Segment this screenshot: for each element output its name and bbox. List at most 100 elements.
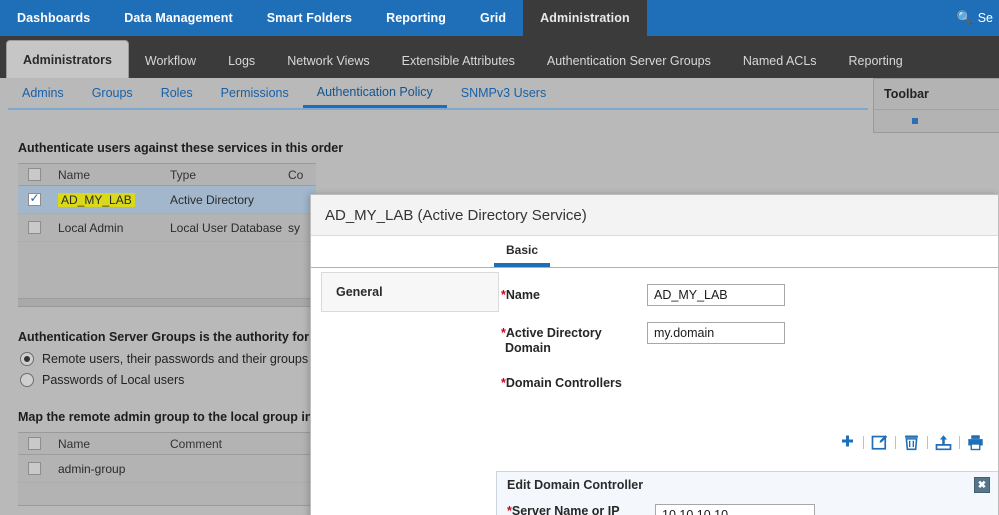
row-name-text: AD_MY_LAB [58,192,135,207]
subnav-item-reporting[interactable]: Reporting [833,44,919,78]
toolbar-panel-body [874,110,999,132]
label-ad-domain: *Active Directory Domain [501,322,647,356]
toolbar-action-icon[interactable] [912,118,918,124]
tab-roles[interactable]: Roles [147,78,207,108]
select-all-checkbox[interactable] [27,168,41,181]
secondary-navbar: Administrators Workflow Logs Network Vie… [0,36,999,78]
subnav-item-label: Logs [228,54,256,68]
search-icon: 🔍 [956,10,973,25]
column-header-comment[interactable]: Co [288,168,316,182]
table-row[interactable]: Local Admin Local User Database sy [18,214,316,242]
row-checkbox[interactable] [27,221,41,234]
edit-domain-controller-panel: Edit Domain Controller ✖ *Server Name or… [496,471,998,515]
tab-snmpv3-users[interactable]: SNMPv3 Users [447,78,560,108]
subnav-item-authentication-server-groups[interactable]: Authentication Server Groups [531,44,727,78]
page-body: Admins Groups Roles Permissions Authenti… [0,78,999,515]
subnav-item-administrators[interactable]: Administrators [6,40,129,78]
dialog-tab-label: Basic [506,243,539,257]
radio-local-passwords-label: Passwords of Local users [42,373,185,387]
tab-authentication-policy[interactable]: Authentication Policy [302,78,447,108]
navbar-item-data-management[interactable]: Data Management [107,0,249,36]
row-name: admin-group [58,461,126,476]
row-checkbox-cell[interactable] [18,221,50,234]
authority-section-title: Authentication Server Groups is the auth… [18,330,310,344]
print-icon[interactable] [967,434,984,451]
domain-controllers-toolbar [839,434,984,451]
dialog-tab-basic[interactable]: Basic [494,243,551,267]
services-table-empty-area [18,242,316,298]
subnav-item-label: Network Views [287,54,370,68]
radio-remote-users[interactable] [20,352,34,366]
edit-icon[interactable] [871,434,888,451]
radio-local-passwords[interactable] [20,373,34,387]
navbar-item-administration[interactable]: Administration [523,0,647,36]
services-table-footer [18,298,316,306]
field-row-server: *Server Name or IP Address [507,504,998,515]
subnav-item-logs[interactable]: Logs [212,44,271,78]
close-icon[interactable]: ✖ [974,477,990,493]
field-row-ad-domain: *Active Directory Domain [501,322,998,356]
navbar-item-reporting[interactable]: Reporting [369,0,463,36]
label-ad-domain-text: Active Directory [505,326,602,340]
edit-dc-header: Edit Domain Controller ✖ [497,472,998,498]
toolbar-panel: Toolbar [873,78,999,133]
tab-label: Roles [160,86,193,100]
authority-option-remote[interactable]: Remote users, their passwords and their … [20,352,346,366]
subnav-item-label: Reporting [848,54,903,68]
authentication-policy-panel: Authenticate users against these service… [0,118,349,515]
table-row[interactable]: admin-group [18,455,316,483]
label-domain-controllers: *Domain Controllers [501,372,761,391]
column-header-name[interactable]: Name [50,168,170,182]
dialog-sidebar-item-general[interactable]: General [321,272,499,312]
server-name-input[interactable] [655,504,815,515]
add-icon[interactable] [839,434,856,451]
label-server: *Server Name or IP Address [507,504,655,515]
authority-option-local[interactable]: Passwords of Local users [20,373,300,387]
tab-label: SNMPv3 Users [460,86,547,100]
toolbar-separator [959,436,960,449]
toolbar-separator [927,436,928,449]
navbar-item-label: Grid [480,11,507,25]
subnav-item-label: Authentication Server Groups [546,54,711,68]
tab-admins[interactable]: Admins [8,78,78,108]
select-all-checkbox-cell[interactable] [18,168,50,181]
navbar-item-label: Data Management [124,11,233,25]
navbar-item-label: Dashboards [17,11,91,25]
navbar-item-grid[interactable]: Grid [463,0,523,36]
subnav-item-label: Administrators [23,52,112,67]
column-header-name[interactable]: Name [50,437,170,451]
row-checkbox-cell[interactable] [18,191,50,206]
subnav-item-named-acls[interactable]: Named ACLs [727,44,833,78]
select-all-checkbox-cell[interactable] [18,437,50,450]
toolbar-panel-title: Toolbar [874,79,999,110]
row-checkbox-cell[interactable] [18,462,50,475]
dialog-title: AD_MY_LAB (Active Directory Service) [311,195,998,236]
upload-icon[interactable] [935,434,952,451]
column-header-comment[interactable]: Comment [170,437,316,451]
tab-permissions[interactable]: Permissions [207,78,303,108]
subnav-item-network-views[interactable]: Network Views [271,44,385,78]
edit-dc-form: *Server Name or IP Address Comment [497,498,998,515]
name-input[interactable] [647,284,785,306]
subnav-item-label: Named ACLs [742,54,817,68]
column-header-type[interactable]: Type [170,168,288,182]
delete-icon[interactable] [903,434,920,451]
tab-groups[interactable]: Groups [78,78,147,108]
row-checkbox[interactable] [27,462,41,475]
subnav-item-workflow[interactable]: Workflow [129,44,212,78]
label-server-text: Server Name or IP [511,504,620,515]
services-section-title: Authenticate users against these service… [18,141,344,155]
label-name-text: Name [505,288,540,302]
navbar-item-dashboards[interactable]: Dashboards [0,0,107,36]
search-label: Se [977,11,993,25]
tab-label: Permissions [220,86,289,100]
global-search[interactable]: 🔍 Se [957,0,999,36]
row-checkbox[interactable] [27,191,41,206]
subnav-item-extensible-attributes[interactable]: Extensible Attributes [386,44,531,78]
ad-domain-input[interactable] [647,322,785,344]
navbar-item-smart-folders[interactable]: Smart Folders [250,0,369,36]
table-row[interactable]: AD_MY_LAB Active Directory [18,186,316,214]
select-all-checkbox[interactable] [27,437,41,450]
group-mapping-header: Name Comment [18,433,316,455]
toolbar-separator [895,436,896,449]
